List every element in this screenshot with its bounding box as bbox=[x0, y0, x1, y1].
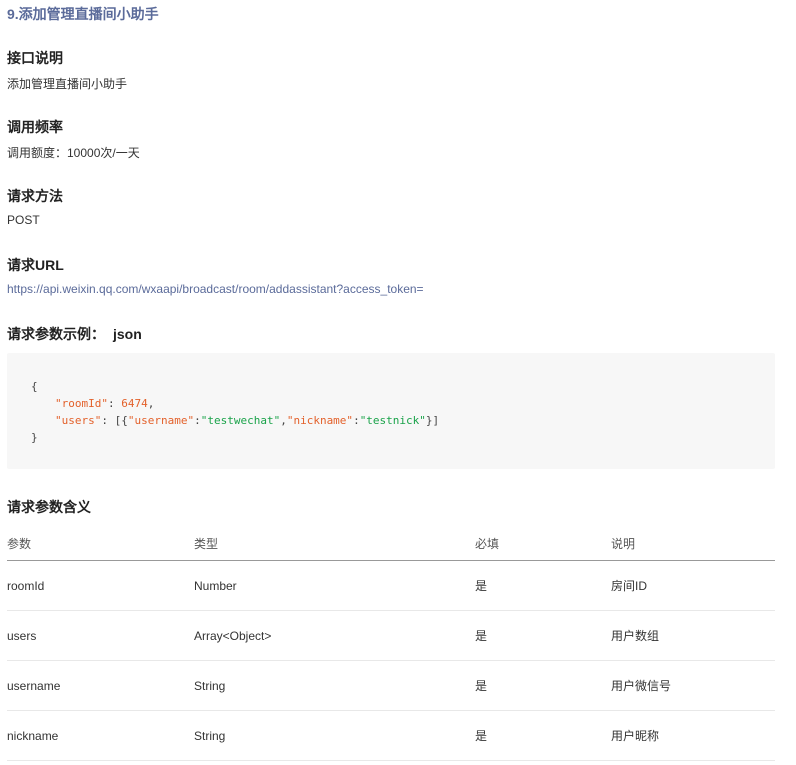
code-colon: : bbox=[194, 414, 201, 427]
cell-required: 是 bbox=[475, 560, 611, 611]
col-header-param: 参数 bbox=[7, 526, 194, 561]
cell-type: Number bbox=[194, 560, 475, 611]
cell-type: String bbox=[194, 660, 475, 711]
call-frequency-text: 调用额度：10000次/一天 bbox=[7, 146, 140, 160]
col-header-required: 必填 bbox=[475, 526, 611, 561]
col-header-type: 类型 bbox=[194, 526, 475, 561]
cell-description: 用户微信号 bbox=[611, 660, 775, 711]
cell-description: 用户数组 bbox=[611, 610, 775, 661]
cell-type: Array<Object> bbox=[194, 610, 475, 661]
code-colon: : bbox=[101, 414, 115, 427]
code-line-1: { bbox=[31, 378, 38, 395]
request-url-heading: 请求URL bbox=[7, 257, 64, 273]
code-key-roomid: "roomId" bbox=[55, 397, 108, 410]
cell-param: users bbox=[7, 610, 194, 661]
code-array-close: }] bbox=[425, 414, 440, 427]
cell-description: 房间ID bbox=[611, 560, 775, 611]
request-url-link[interactable]: https://api.weixin.qq.com/wxaapi/broadca… bbox=[7, 282, 424, 296]
interface-description-text: 添加管理直播间小助手 bbox=[7, 77, 128, 91]
interface-description-heading: 接口说明 bbox=[7, 50, 63, 66]
code-colon: : bbox=[107, 397, 122, 410]
code-array-open: [{ bbox=[114, 414, 128, 427]
code-brace-close: } bbox=[31, 431, 38, 444]
code-comma: , bbox=[280, 414, 287, 427]
page-title: 9.添加管理直播间小助手 bbox=[7, 6, 159, 22]
code-line-2: "roomId": 6474, bbox=[55, 395, 154, 412]
code-value-roomid: 6474 bbox=[121, 397, 148, 410]
request-example-format: json bbox=[113, 326, 142, 342]
cell-param: roomId bbox=[7, 560, 194, 611]
params-table: 参数 类型 必填 说明 roomId Number 是 房间ID users A… bbox=[7, 526, 775, 761]
code-block: { "roomId": 6474, "users": [{"username":… bbox=[7, 353, 775, 469]
code-comma: , bbox=[147, 397, 155, 410]
code-key-username: "username" bbox=[127, 414, 195, 427]
cell-param: username bbox=[7, 660, 194, 711]
request-params-heading: 请求参数含义 bbox=[7, 499, 91, 515]
code-key-users: "users" bbox=[55, 414, 102, 427]
request-example-label: 请求参数示例： bbox=[7, 326, 105, 342]
code-line-3: "users": [{"username":"testwechat","nick… bbox=[55, 412, 439, 429]
request-url-block: https://api.weixin.qq.com/wxaapi/broadca… bbox=[7, 282, 424, 296]
cell-type: String bbox=[194, 710, 475, 761]
code-brace-open: { bbox=[31, 380, 38, 393]
col-header-description: 说明 bbox=[611, 526, 775, 561]
document-page: 9.添加管理直播间小助手 接口说明 添加管理直播间小助手 调用频率 调用额度：1… bbox=[0, 0, 796, 765]
table-row: roomId Number 是 房间ID bbox=[7, 560, 775, 611]
cell-required: 是 bbox=[475, 660, 611, 711]
table-row: users Array<Object> 是 用户数组 bbox=[7, 610, 775, 661]
request-example-heading: 请求参数示例： json bbox=[7, 324, 142, 344]
code-line-4: } bbox=[31, 429, 38, 446]
request-method-heading: 请求方法 bbox=[7, 188, 63, 204]
cell-required: 是 bbox=[475, 710, 611, 761]
table-row: username String 是 用户微信号 bbox=[7, 660, 775, 711]
table-header-row: 参数 类型 必填 说明 bbox=[7, 526, 775, 561]
code-value-username: "testwechat" bbox=[200, 414, 281, 427]
request-method-text: POST bbox=[7, 213, 40, 227]
cell-description: 用户昵称 bbox=[611, 710, 775, 761]
call-frequency-heading: 调用频率 bbox=[7, 119, 63, 135]
cell-param: nickname bbox=[7, 710, 194, 761]
code-value-nickname: "testnick" bbox=[359, 414, 426, 427]
code-colon: : bbox=[353, 414, 360, 427]
table-row: nickname String 是 用户昵称 bbox=[7, 710, 775, 761]
cell-required: 是 bbox=[475, 610, 611, 661]
code-key-nickname: "nickname" bbox=[286, 414, 354, 427]
